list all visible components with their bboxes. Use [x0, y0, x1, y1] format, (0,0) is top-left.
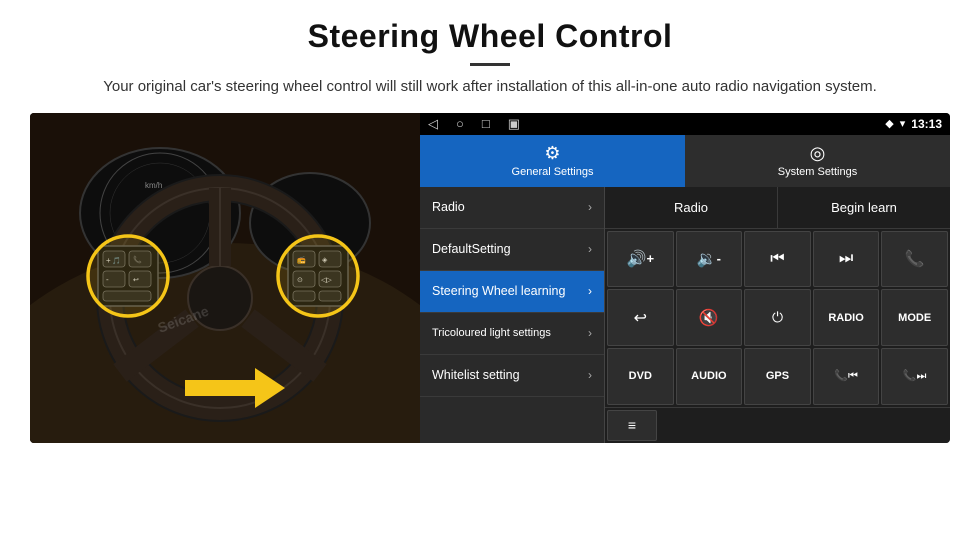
- page-title: Steering Wheel Control: [30, 18, 950, 55]
- menu-tricoloured-arrow: ›: [588, 326, 592, 340]
- menu-default-arrow: ›: [588, 242, 592, 256]
- hang-up-button[interactable]: ↩: [607, 289, 674, 346]
- menu-item-whitelist[interactable]: Whitelist setting ›: [420, 355, 604, 397]
- title-divider: [470, 63, 510, 66]
- next-track-icon: ⏭: [839, 250, 853, 268]
- audio-label: AUDIO: [691, 370, 726, 382]
- menu-item-tricoloured[interactable]: Tricoloured light settings ›: [420, 313, 604, 355]
- subtitle: Your original car's steering wheel contr…: [90, 76, 890, 99]
- list-icon: ≡: [628, 417, 636, 433]
- back-icon[interactable]: ◁: [428, 116, 438, 132]
- vol-up-label: +: [646, 251, 654, 266]
- radio-label: Radio: [674, 200, 708, 215]
- android-panel: ◁ ○ □ ▣ ◆ ▾ 13:13 ⚙ General Settings: [420, 113, 950, 443]
- power-icon: ⏻: [772, 309, 783, 326]
- menu-tricoloured-label: Tricoloured light settings: [432, 327, 551, 339]
- status-bar: ◁ ○ □ ▣ ◆ ▾ 13:13: [420, 113, 950, 135]
- tab-general[interactable]: ⚙ General Settings: [420, 135, 685, 187]
- menu-item-steering[interactable]: Steering Wheel learning ›: [420, 271, 604, 313]
- radio-mode-button[interactable]: RADIO: [813, 289, 880, 346]
- tel-next-button[interactable]: 📞⏭: [881, 348, 948, 405]
- list-icon-button[interactable]: ≡: [607, 410, 657, 441]
- menu-steering-arrow: ›: [588, 284, 592, 298]
- vol-up-icon: 🔊: [627, 249, 647, 269]
- menu-area: Radio › DefaultSetting › Steering Wheel …: [420, 187, 950, 443]
- dvd-button[interactable]: DVD: [607, 348, 674, 405]
- controls-row-3: DVD AUDIO GPS 📞⏮: [607, 348, 948, 405]
- tab-system-label: System Settings: [778, 166, 857, 178]
- signal-icon: ▾: [900, 117, 906, 130]
- home-icon[interactable]: ○: [456, 116, 464, 131]
- menu-whitelist-arrow: ›: [588, 368, 592, 382]
- recents-icon[interactable]: □: [482, 116, 490, 131]
- vol-down-label: -: [717, 251, 721, 266]
- hang-up-icon: ↩: [634, 308, 647, 328]
- vol-up-button[interactable]: 🔊 +: [607, 231, 674, 288]
- controls-row-2: ↩ 🔇 ⏻ RADIO MOD: [607, 289, 948, 346]
- menu-radio-arrow: ›: [588, 200, 592, 214]
- audio-button[interactable]: AUDIO: [676, 348, 743, 405]
- menu-radio-label: Radio: [432, 200, 465, 214]
- menu-default-label: DefaultSetting: [432, 242, 511, 256]
- controls-grid: 🔊 + 🔉 - ⏮ ⏭: [605, 229, 950, 407]
- menu-icon[interactable]: ▣: [508, 116, 520, 132]
- gps-button[interactable]: GPS: [744, 348, 811, 405]
- tel-prev-icon: 📞⏮: [834, 369, 858, 383]
- power-button[interactable]: ⏻: [744, 289, 811, 346]
- mute-icon: 🔇: [699, 308, 719, 328]
- car-image: km/h: [30, 113, 420, 443]
- svg-text:km/h: km/h: [145, 181, 162, 190]
- left-menu: Radio › DefaultSetting › Steering Wheel …: [420, 187, 605, 443]
- dvd-label: DVD: [629, 370, 652, 382]
- radio-mode-label: RADIO: [828, 312, 863, 324]
- next-track-button[interactable]: ⏭: [813, 231, 880, 288]
- radio-section: Radio: [605, 187, 778, 228]
- mode-label: MODE: [898, 312, 931, 324]
- tab-system[interactable]: ◎ System Settings: [685, 135, 950, 187]
- tel-prev-button[interactable]: 📞⏮: [813, 348, 880, 405]
- content-area: km/h: [30, 113, 950, 443]
- menu-item-default[interactable]: DefaultSetting ›: [420, 229, 604, 271]
- right-panel: Radio Begin learn 🔊 +: [605, 187, 950, 443]
- phone-icon: 📞: [905, 249, 925, 269]
- clock: 13:13: [911, 117, 942, 131]
- location-icon: ◆: [885, 117, 893, 130]
- title-section: Steering Wheel Control Your original car…: [30, 18, 950, 99]
- nav-icons: ◁ ○ □ ▣: [428, 116, 520, 132]
- tab-general-label: General Settings: [512, 166, 594, 178]
- phone-button[interactable]: 📞: [881, 231, 948, 288]
- vol-down-icon: 🔉: [697, 249, 717, 269]
- top-row: Radio Begin learn: [605, 187, 950, 229]
- tab-bar: ⚙ General Settings ◎ System Settings: [420, 135, 950, 187]
- menu-item-radio[interactable]: Radio ›: [420, 187, 604, 229]
- vol-down-button[interactable]: 🔉 -: [676, 231, 743, 288]
- system-settings-icon: ◎: [810, 143, 826, 164]
- prev-track-button[interactable]: ⏮: [744, 231, 811, 288]
- controls-row-1: 🔊 + 🔉 - ⏮ ⏭: [607, 231, 948, 288]
- mode-button[interactable]: MODE: [881, 289, 948, 346]
- menu-whitelist-label: Whitelist setting: [432, 368, 520, 382]
- gps-label: GPS: [766, 370, 789, 382]
- begin-learn-label: Begin learn: [831, 200, 897, 215]
- status-icons: ◆ ▾ 13:13: [885, 117, 942, 131]
- begin-learn-button[interactable]: Begin learn: [778, 187, 950, 228]
- bottom-row: ≡: [605, 407, 950, 443]
- general-settings-icon: ⚙: [544, 143, 560, 164]
- menu-steering-label: Steering Wheel learning: [432, 284, 565, 298]
- prev-track-icon: ⏮: [770, 250, 784, 268]
- mute-button[interactable]: 🔇: [676, 289, 743, 346]
- tel-next-icon: 📞⏭: [903, 369, 927, 383]
